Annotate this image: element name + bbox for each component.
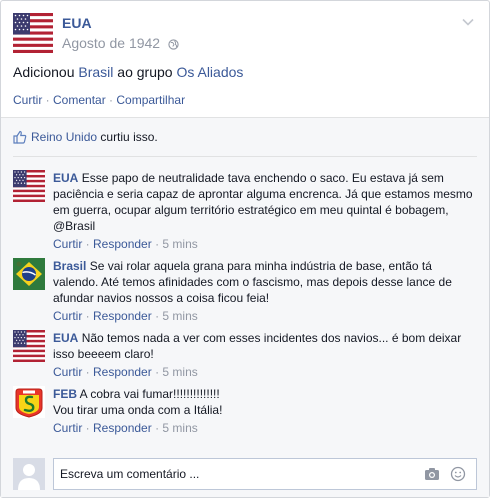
feb-badge-avatar[interactable]: [13, 386, 45, 418]
comment-body: EUA Esse papo de neutralidade tava enche…: [53, 170, 477, 252]
comment-meta: Curtir · Responder · 5 mins: [53, 365, 198, 379]
comment-body: EUA Não temos nada a ver com esses incid…: [53, 330, 477, 380]
post-author-link[interactable]: EUA: [62, 15, 92, 31]
comment-input[interactable]: Escreva um comentário ...: [53, 458, 477, 490]
usa-flag-avatar[interactable]: [13, 13, 53, 53]
comment-reply-button[interactable]: Responder: [93, 237, 152, 251]
comment-composer: Escreva um comentário ...: [13, 458, 477, 492]
action-separator: ·: [105, 93, 117, 107]
post-story: Adicionou Brasil ao grupo Os Aliados: [13, 64, 243, 80]
comment-time[interactable]: 5 mins: [162, 365, 197, 379]
chevron-down-icon[interactable]: [461, 15, 475, 29]
likes-sentence: Reino Unido curtiu isso.: [13, 129, 158, 147]
story-prefix: Adicionou: [13, 64, 75, 80]
usa-flag-avatar[interactable]: [13, 170, 45, 202]
current-user-avatar: [13, 458, 45, 490]
comment-like-button[interactable]: Curtir: [53, 365, 82, 379]
post-card: EUA Agosto de 1942 Adicionou Brasil ao g…: [0, 0, 490, 498]
like-button[interactable]: Curtir: [13, 93, 42, 107]
camera-icon[interactable]: [424, 467, 440, 484]
story-group-link[interactable]: Os Aliados: [176, 64, 243, 80]
comment-author-link[interactable]: EUA: [53, 331, 78, 345]
comment-time[interactable]: 5 mins: [162, 309, 197, 323]
story-friend-link[interactable]: Brasil: [78, 64, 113, 80]
post-meta: Agosto de 1942: [62, 35, 179, 53]
like-thumb-icon: [13, 130, 27, 148]
likes-name-link[interactable]: Reino Unido: [31, 130, 97, 144]
action-separator: ·: [42, 93, 54, 107]
comment-like-button[interactable]: Curtir: [53, 237, 82, 251]
post-header: EUA Agosto de 1942: [13, 13, 477, 57]
comment-like-button[interactable]: Curtir: [53, 309, 82, 323]
comment-meta: Curtir · Responder · 5 mins: [53, 309, 198, 323]
comment-time[interactable]: 5 mins: [162, 421, 197, 435]
emoji-icon[interactable]: [450, 466, 466, 485]
comment-meta: Curtir · Responder · 5 mins: [53, 421, 198, 435]
comment-button[interactable]: Comentar: [53, 93, 106, 107]
comment-reply-button[interactable]: Responder: [93, 421, 152, 435]
comment-text: Não temos nada a ver com esses incidente…: [53, 331, 462, 361]
comment-reply-button[interactable]: Responder: [93, 365, 152, 379]
comment-meta: Curtir · Responder · 5 mins: [53, 237, 198, 251]
comment-time[interactable]: 5 mins: [162, 237, 197, 251]
post-actions: Curtir · Comentar · Compartilhar: [13, 93, 185, 107]
comment-reply-button[interactable]: Responder: [93, 309, 152, 323]
comment-text-line-2: Vou tirar uma onda com a Itália!: [53, 403, 223, 417]
comment-body: FEB A cobra vai fumar!!!!!!!!!!!!!! Vou …: [53, 386, 477, 436]
comment-text-line-1: A cobra vai fumar!!!!!!!!!!!!!!: [79, 387, 220, 401]
likes-suffix: curtiu isso.: [100, 130, 158, 144]
comment-text: Esse papo de neutralidade tava enchendo …: [53, 171, 473, 233]
post-date[interactable]: Agosto de 1942: [62, 35, 160, 51]
globe-icon: [168, 37, 179, 53]
usa-flag-avatar[interactable]: [13, 330, 45, 362]
comment-author-link[interactable]: EUA: [53, 171, 78, 185]
share-button[interactable]: Compartilhar: [116, 93, 185, 107]
comment-text: Se vai rolar aquela grana para minha ind…: [53, 259, 452, 305]
comment-placeholder: Escreva um comentário ...: [60, 467, 200, 481]
comment-author-link[interactable]: Brasil: [53, 259, 86, 273]
feedback-section: Reino Unido curtiu isso. EUA Esse papo d…: [1, 117, 489, 497]
brazil-flag-avatar[interactable]: [13, 258, 45, 290]
comment-like-button[interactable]: Curtir: [53, 421, 82, 435]
comment-author-link[interactable]: FEB: [53, 387, 77, 401]
divider: [13, 156, 477, 157]
story-middle: ao grupo: [117, 64, 173, 80]
comment-body: Brasil Se vai rolar aquela grana para mi…: [53, 258, 477, 324]
